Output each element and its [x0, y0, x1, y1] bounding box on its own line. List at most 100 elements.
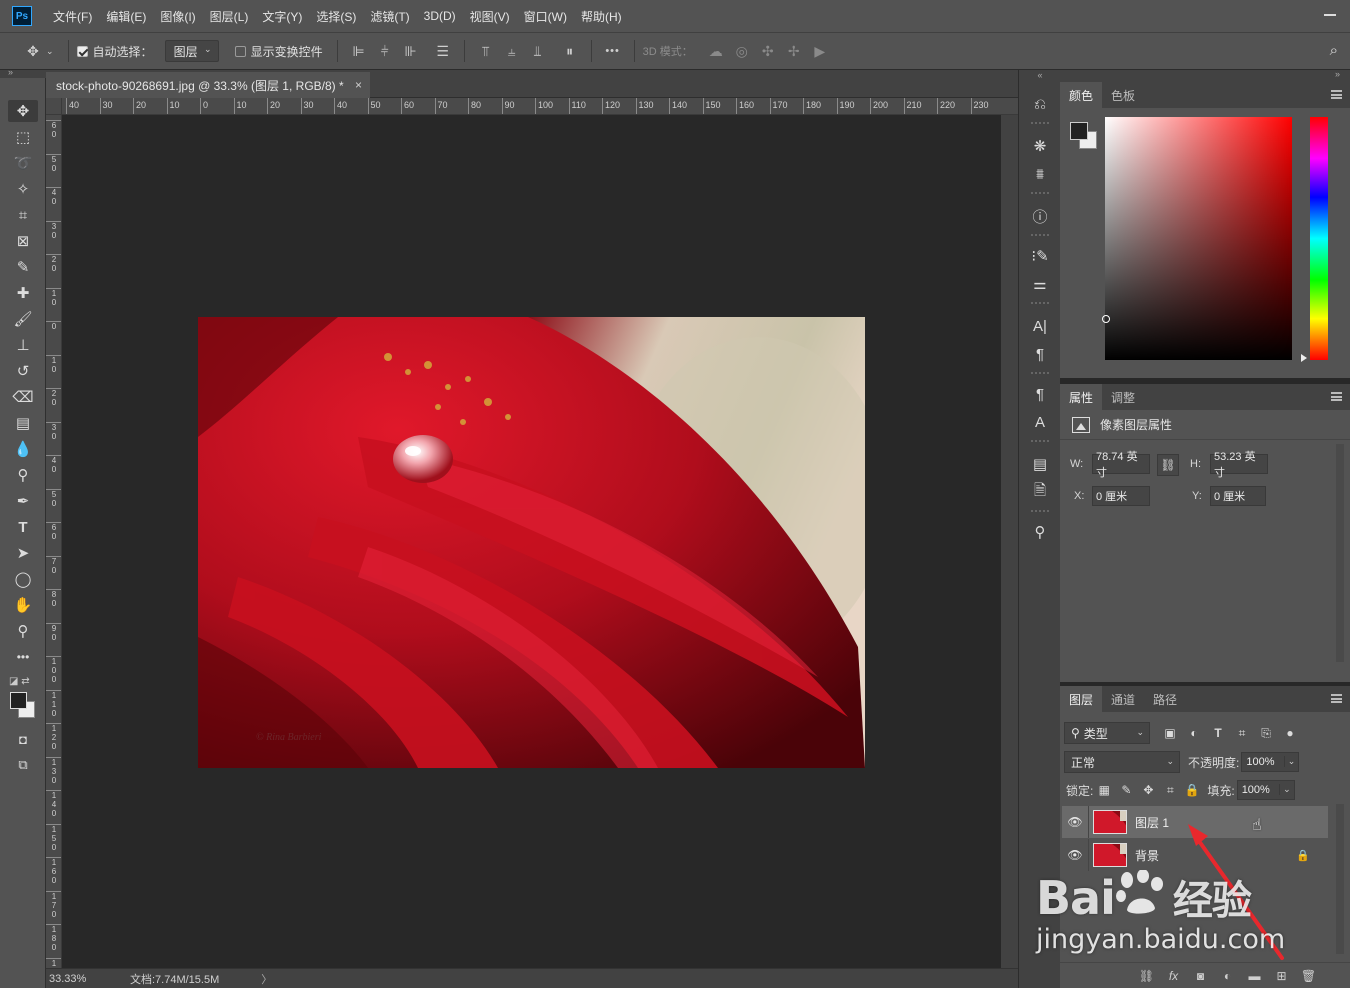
vertical-ruler[interactable]: 6050403020100102030405060708090100110120… [46, 98, 62, 968]
panels-collapse-strip[interactable]: » [1060, 69, 1350, 82]
align-hcenter-icon[interactable]: ⫩ [372, 43, 398, 60]
panel-menu-icon[interactable] [1331, 694, 1342, 703]
stamp-tool-icon[interactable]: ⊥ [8, 334, 38, 356]
hue-slider-handle[interactable] [1301, 354, 1307, 362]
toolbar-collapse-strip[interactable]: » [0, 67, 46, 78]
y-field[interactable]: 0 厘米 [1210, 486, 1266, 506]
panel-menu-icon[interactable] [1331, 392, 1342, 401]
default-colors-icon[interactable]: ◪ ⇄ [9, 676, 30, 687]
new-layer-icon[interactable]: ⊞ [1268, 969, 1295, 983]
align-top-icon[interactable]: ⫪ [473, 43, 499, 60]
ellipse-tool-icon[interactable]: ◯ [8, 568, 38, 590]
menu-view[interactable]: 视图(V) [463, 8, 517, 25]
height-field[interactable]: 53.23 英寸 [1210, 451, 1268, 479]
layer-row-background[interactable]: 👁 背景 🔒 [1062, 839, 1328, 871]
paragraph-panel-icon[interactable]: ¶ [1027, 342, 1053, 366]
layer-row-layer1[interactable]: 👁 图层 1 [1062, 806, 1328, 838]
color-panel-foreground-swatch[interactable] [1070, 122, 1088, 140]
frame-tool-icon[interactable]: ⊠ [8, 230, 38, 252]
align-bottom-icon[interactable]: ⫫ [525, 43, 551, 60]
tab-swatches[interactable]: 色板 [1102, 82, 1144, 108]
link-dimensions-icon[interactable]: ⛓ [1157, 454, 1179, 476]
lock-artboard-icon[interactable]: ⌗ [1159, 783, 1181, 798]
visibility-eye-icon[interactable]: 👁 [1062, 848, 1088, 862]
filter-toggle-icon[interactable]: ● [1278, 726, 1302, 740]
ruler-origin[interactable] [46, 98, 62, 115]
layer-name[interactable]: 图层 1 [1135, 814, 1169, 831]
hand-tool-icon[interactable]: ✋ [8, 594, 38, 616]
tab-properties[interactable]: 属性 [1060, 384, 1103, 410]
document-image-red-gerbera[interactable]: © Rina Barbieri [198, 317, 865, 768]
new-group-folder-icon[interactable]: ▬ [1241, 969, 1268, 983]
brushes-panel-icon[interactable]: ⁝✎ [1027, 244, 1053, 268]
distribute-horizontal-icon[interactable]: ☰ [430, 43, 456, 60]
character-panel-icon[interactable]: A| [1027, 314, 1053, 338]
crop-tool-icon[interactable]: ⌗ [8, 204, 38, 226]
width-field[interactable]: 78.74 英寸 [1092, 451, 1150, 479]
zoom-tool-icon[interactable]: ⚲ [8, 620, 38, 642]
hue-slider[interactable] [1310, 117, 1328, 360]
menu-3d[interactable]: 3D(D) [417, 9, 463, 23]
close-tab-icon[interactable]: × [355, 78, 362, 92]
eraser-tool-icon[interactable]: ⌫ [8, 386, 38, 408]
opacity-field[interactable]: 100% ⌄ [1241, 752, 1300, 772]
filter-pixel-icon[interactable]: ▣ [1158, 726, 1182, 740]
visibility-eye-icon[interactable]: 👁 [1062, 815, 1088, 829]
zoom-level[interactable]: 33.33% [46, 973, 106, 985]
healing-brush-tool-icon[interactable]: ✚ [8, 282, 38, 304]
menu-help[interactable]: 帮助(H) [574, 8, 629, 25]
tab-channels[interactable]: 通道 [1102, 686, 1144, 712]
more-options-button[interactable]: ••• [600, 45, 626, 57]
dodge-tool-icon[interactable]: ⚲ [8, 464, 38, 486]
fill-field[interactable]: 100% ⌄ [1236, 780, 1295, 800]
marquee-tool-icon[interactable]: ⬚ [8, 126, 38, 148]
layer-filter-dropdown[interactable]: ⚲ 类型 ⌄ [1064, 722, 1150, 744]
pen-tool-icon[interactable]: ✒ [8, 490, 38, 512]
3d-orbit-icon[interactable]: ☁ [703, 43, 729, 60]
delete-layer-icon[interactable]: 🗑 [1295, 969, 1322, 983]
document-tab[interactable]: stock-photo-90268691.jpg @ 33.3% (图层 1, … [46, 72, 370, 98]
align-vcenter-icon[interactable]: ⫨ [499, 43, 525, 60]
menu-edit[interactable]: 编辑(E) [99, 8, 153, 25]
menu-image[interactable]: 图像(I) [153, 8, 202, 25]
saturation-brightness-field[interactable] [1105, 117, 1292, 360]
layer-comps-panel-icon[interactable]: ▤ [1027, 452, 1053, 476]
move-tool-preset-icon[interactable]: ✥ [20, 43, 46, 60]
chevron-down-icon[interactable]: ⌄ [1283, 756, 1295, 767]
menu-select[interactable]: 选择(S) [309, 8, 363, 25]
blend-mode-dropdown[interactable]: 正常 ⌄ [1064, 751, 1180, 773]
eyedropper-tool-icon[interactable]: ✎ [8, 256, 38, 278]
path-selection-tool-icon[interactable]: ➤ [8, 542, 38, 564]
gradient-tool-icon[interactable]: ▤ [8, 412, 38, 434]
3d-roll-icon[interactable]: ◎ [729, 43, 755, 60]
quick-mask-icon[interactable]: ◘ [8, 728, 38, 750]
link-layers-icon[interactable]: ⛓ [1133, 969, 1160, 983]
tab-layers[interactable]: 图层 [1060, 686, 1103, 712]
align-left-icon[interactable]: ⊫ [346, 43, 372, 60]
notes-panel-icon[interactable]: 🗎 [1027, 480, 1053, 504]
paragraph-styles-panel-icon[interactable]: ¶ [1027, 382, 1053, 406]
brush-settings-panel-icon[interactable]: ⚌ [1027, 272, 1053, 296]
new-adjustment-layer-icon[interactable]: ◐ [1214, 969, 1241, 983]
history-panel-icon[interactable]: ⎌ [1027, 92, 1053, 116]
magic-wand-tool-icon[interactable]: ✧ [8, 178, 38, 200]
move-tool-icon[interactable]: ✥ [8, 100, 38, 122]
show-transform-checkbox[interactable] [234, 45, 246, 57]
blur-tool-icon[interactable]: 💧 [8, 438, 38, 460]
distribute-vertical-icon[interactable]: ⏸ [557, 43, 583, 60]
x-field[interactable]: 0 厘米 [1092, 486, 1150, 506]
auto-select-checkbox[interactable] [76, 45, 88, 57]
menu-layer[interactable]: 图层(L) [203, 8, 256, 25]
menu-type[interactable]: 文字(Y) [255, 8, 309, 25]
3d-slide-icon[interactable]: ✢ [781, 43, 807, 60]
properties-scrollbar[interactable] [1336, 444, 1344, 662]
navigator-panel-icon[interactable]: ❋ [1027, 134, 1053, 158]
menu-filter[interactable]: 滤镜(T) [363, 8, 416, 25]
panel-menu-icon[interactable] [1331, 90, 1342, 99]
search-icon[interactable]: ⌕ [1330, 42, 1338, 59]
histogram-panel-icon[interactable]: ⩩ [1027, 162, 1053, 186]
type-tool-icon[interactable]: T [8, 516, 38, 538]
lock-all-icon[interactable]: 🔒 [1181, 783, 1203, 797]
filter-adjustment-icon[interactable]: ◐ [1182, 726, 1206, 740]
info-panel-icon[interactable]: ⓘ [1027, 204, 1053, 228]
